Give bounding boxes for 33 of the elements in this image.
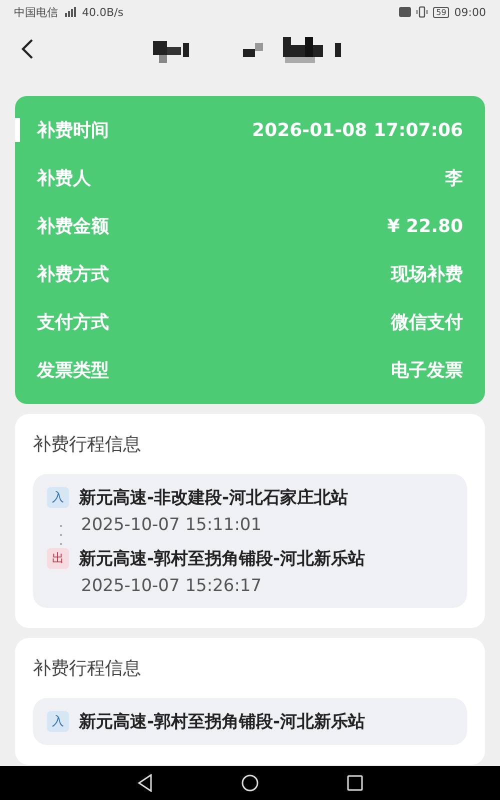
field-label: 发票类型 — [37, 359, 109, 382]
clock-time: 09:00 — [454, 6, 486, 18]
station-badge: 出 — [47, 548, 69, 569]
field-value: 现场补费 — [391, 263, 463, 286]
battery-level: 59 — [433, 6, 450, 18]
station-badge: 入 — [47, 487, 69, 508]
dotted-connector — [60, 525, 62, 545]
station-name: 新元高速-郭村至拐角铺段-河北新乐站 — [79, 711, 366, 733]
pass-time: 2025-10-07 15:11:01 — [81, 515, 263, 535]
station-name: 新元高速-郭村至拐角铺段-河北新乐站 — [79, 548, 366, 570]
vibrate-icon — [416, 6, 428, 18]
field-value: 微信支付 — [391, 311, 463, 334]
pass-time: 2025-10-07 15:26:17 — [81, 576, 263, 596]
recents-nav-icon[interactable] — [347, 775, 363, 791]
network-speed: 40.0B/s — [82, 6, 124, 18]
section-title: 补费行程信息 — [33, 657, 142, 680]
field-value: 李 — [445, 167, 463, 190]
field-label: 补费人 — [37, 167, 91, 190]
station-name: 新元高速-非改建段-河北石家庄北站 — [79, 487, 348, 509]
back-icon[interactable] — [20, 38, 34, 60]
field-label: 补费方式 — [37, 263, 109, 286]
signal-icon — [63, 7, 77, 17]
field-value: 电子发票 — [391, 359, 463, 382]
station-badge: 入 — [47, 711, 69, 732]
field-label: 补费金额 — [37, 215, 109, 238]
field-value: 2026-01-08 17:07:06 — [252, 120, 463, 140]
field-label: 补费时间 — [37, 119, 109, 142]
field-label: 支付方式 — [37, 311, 109, 334]
home-nav-icon[interactable] — [241, 774, 259, 792]
field-value: ¥ 22.80 — [387, 216, 463, 236]
section-title: 补费行程信息 — [33, 433, 142, 456]
back-nav-icon[interactable] — [137, 774, 153, 792]
carrier-name: 中国电信 — [14, 4, 58, 20]
